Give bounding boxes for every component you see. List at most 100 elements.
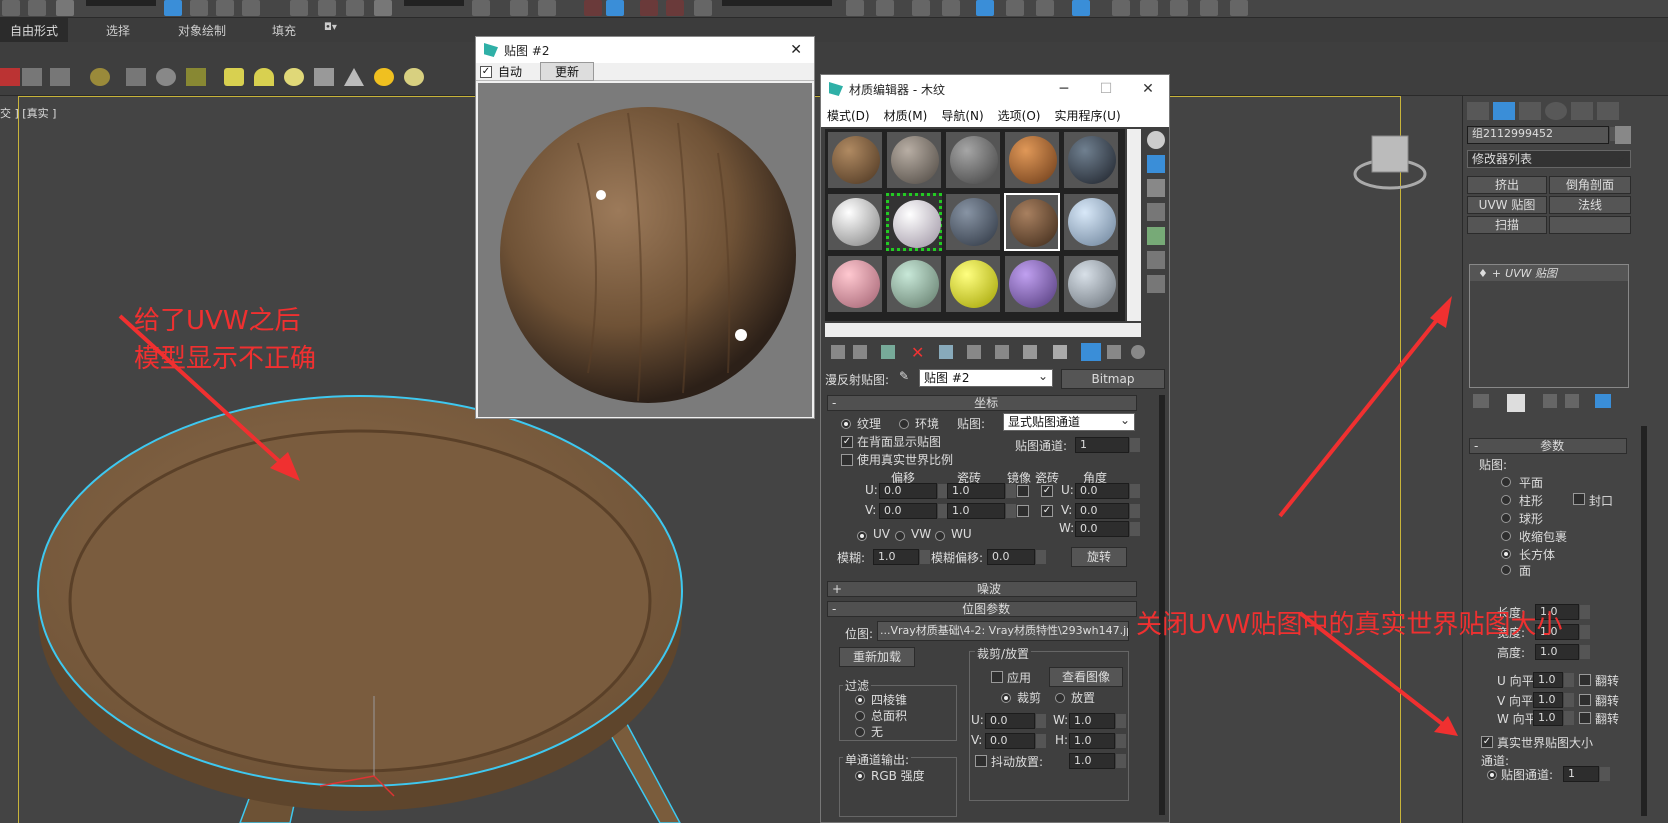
close-icon[interactable]: ✕ <box>1127 81 1169 97</box>
u-mirror-checkbox[interactable] <box>1017 485 1029 497</box>
spherical-radio[interactable] <box>1501 513 1511 523</box>
render-icon[interactable] <box>1170 0 1188 16</box>
jitter-spinner[interactable]: 1.0 <box>1069 753 1126 769</box>
menu-options[interactable]: 选项(O) <box>998 107 1041 124</box>
curve-editor-icon[interactable] <box>1006 0 1024 16</box>
u-offset-spinner[interactable]: 0.0 <box>879 483 948 499</box>
material-id-icon[interactable] <box>1023 345 1037 359</box>
blur-offset-spinner[interactable]: 0.0 <box>987 549 1046 565</box>
layer-icon[interactable] <box>912 0 930 16</box>
v-tile-spinner[interactable]: 1.0 <box>1533 692 1574 708</box>
select-by-name-icon[interactable] <box>190 0 208 16</box>
teapot-icon[interactable] <box>314 68 334 86</box>
ribbon-options-icon[interactable]: ◘▾ <box>324 22 337 33</box>
rgb-radio[interactable] <box>855 771 865 781</box>
mapping-dropdown[interactable]: 显式贴图通道 <box>1003 412 1135 431</box>
uvw-map-button[interactable]: UVW 贴图 <box>1467 196 1547 214</box>
none-radio[interactable] <box>855 727 865 737</box>
sample-type-icon[interactable] <box>1147 131 1165 149</box>
render-setup-icon[interactable] <box>1112 0 1130 16</box>
remove-modifier-icon[interactable] <box>1565 394 1579 408</box>
parameters-rollout-header[interactable]: - 参数 <box>1469 438 1627 454</box>
go-sibling-icon[interactable] <box>1131 345 1145 359</box>
show-map-icon[interactable] <box>1053 345 1067 359</box>
crop-h-spinner[interactable]: 1.0 <box>1069 733 1126 749</box>
height-spinner[interactable]: 1.0 <box>1535 644 1590 660</box>
create-icon[interactable] <box>0 68 20 86</box>
w-tile-spinner[interactable]: 1.0 <box>1533 710 1574 726</box>
crop-u-spinner[interactable]: 0.0 <box>985 713 1046 729</box>
summed-radio[interactable] <box>855 711 865 721</box>
w-flip-checkbox[interactable] <box>1579 712 1591 724</box>
sky-icon[interactable] <box>404 68 424 86</box>
cylindrical-radio[interactable] <box>1501 495 1511 505</box>
material-slot[interactable] <box>945 131 1001 189</box>
graphite-icon[interactable] <box>976 0 994 16</box>
u-tile-spinner[interactable]: 1.0 <box>1533 672 1574 688</box>
named-selection-dropdown[interactable] <box>722 0 832 6</box>
move-icon[interactable] <box>290 0 308 16</box>
go-parent-icon[interactable] <box>1107 345 1121 359</box>
real-world-checkbox[interactable] <box>841 454 853 466</box>
v-mirror-checkbox[interactable] <box>1017 505 1029 517</box>
camera-icon[interactable] <box>126 68 146 86</box>
jitter-checkbox[interactable] <box>975 755 987 767</box>
shrinkwrap-radio[interactable] <box>1501 531 1511 541</box>
hierarchy-tab-icon[interactable] <box>1519 102 1541 120</box>
percent-snap-icon[interactable] <box>640 0 658 16</box>
video-color-icon[interactable] <box>1147 227 1165 245</box>
expand-icon[interactable]: + <box>1492 267 1501 280</box>
eyedropper-icon[interactable]: ✎ <box>899 369 909 383</box>
sound-icon[interactable] <box>156 68 176 86</box>
link-icon[interactable] <box>28 0 46 16</box>
tab-populate[interactable]: 填充 <box>272 22 296 39</box>
make-unique-icon[interactable] <box>1543 394 1557 408</box>
material-slot[interactable] <box>827 193 883 251</box>
extrude-button[interactable]: 挤出 <box>1467 176 1547 194</box>
material-slot[interactable] <box>945 255 1001 313</box>
update-button[interactable]: 更新 <box>540 62 595 81</box>
uv-radio[interactable] <box>857 531 867 541</box>
modifier-list-dropdown[interactable]: 修改器列表 <box>1467 149 1631 168</box>
map-channel-spinner[interactable]: 1 <box>1075 437 1140 453</box>
material-slot[interactable] <box>827 131 883 189</box>
show-end-result-icon[interactable] <box>1081 343 1101 361</box>
window-titlebar[interactable]: 材质编辑器 - 木纹 ─ ☐ ✕ <box>821 75 1169 103</box>
menu-navigation[interactable]: 导航(N) <box>941 107 983 124</box>
object-color-swatch[interactable] <box>1615 126 1631 144</box>
v-tile-checkbox[interactable]: ✓ <box>1041 505 1053 517</box>
reset-icon[interactable]: ✕ <box>911 343 924 362</box>
v-offset-spinner[interactable]: 0.0 <box>879 503 948 519</box>
material-slot[interactable] <box>1063 131 1119 189</box>
schematic-view-icon[interactable] <box>1036 0 1054 16</box>
place-radio[interactable] <box>1055 693 1065 703</box>
box-radio[interactable] <box>1501 549 1511 559</box>
coordinates-rollout-header[interactable]: - 坐标 <box>827 395 1137 411</box>
reference-coord-dropdown[interactable] <box>404 0 464 6</box>
material-slot[interactable] <box>886 131 942 189</box>
apply-checkbox[interactable] <box>991 671 1003 683</box>
material-slot[interactable] <box>1004 131 1060 189</box>
get-material-icon[interactable] <box>831 345 845 359</box>
configure-sets-icon[interactable] <box>1595 394 1611 408</box>
edit-named-sets-icon[interactable] <box>694 0 712 16</box>
selection-filter-dropdown[interactable] <box>86 0 156 6</box>
auto-checkbox[interactable]: ✓ <box>480 65 492 78</box>
crop-v-spinner[interactable]: 0.0 <box>985 733 1046 749</box>
snap-icon[interactable] <box>584 0 602 16</box>
show-back-checkbox[interactable]: ✓ <box>841 436 853 448</box>
sweep-button[interactable]: 扫描 <box>1467 216 1547 234</box>
box-icon[interactable] <box>224 68 244 86</box>
planar-radio[interactable] <box>1501 477 1511 487</box>
maximize-icon[interactable]: ☐ <box>1085 81 1127 97</box>
show-end-result-icon[interactable] <box>1507 394 1525 412</box>
bevel-profile-button[interactable]: 倒角剖面 <box>1549 176 1631 194</box>
rotate-icon[interactable] <box>318 0 336 16</box>
u-angle-spinner[interactable]: 0.0 <box>1075 483 1140 499</box>
close-icon[interactable]: ✕ <box>790 42 802 58</box>
unlink-icon[interactable] <box>56 0 74 16</box>
noise-rollout-header[interactable]: + 噪波 <box>827 581 1137 597</box>
background-icon[interactable] <box>1147 179 1165 197</box>
align-icon[interactable] <box>876 0 894 16</box>
viewcube-icon[interactable] <box>1371 135 1409 173</box>
